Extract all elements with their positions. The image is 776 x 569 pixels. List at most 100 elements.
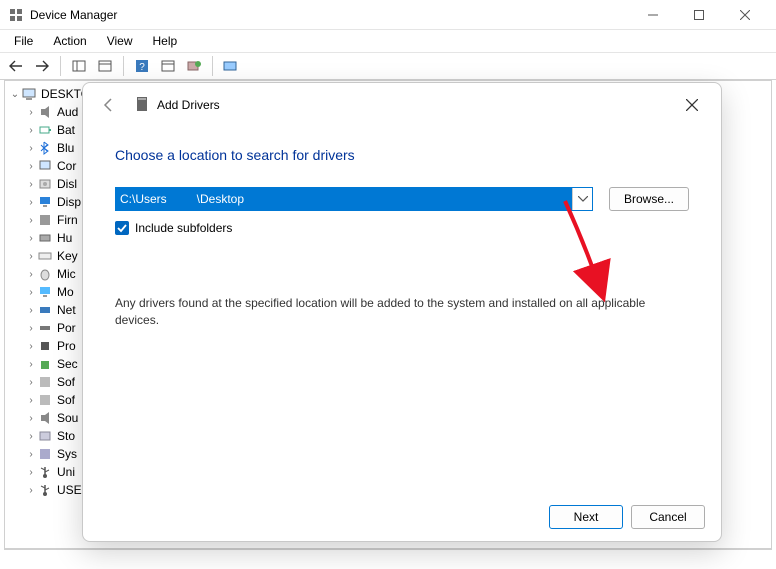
tree-item-label: Disp <box>57 195 81 209</box>
minimize-button[interactable] <box>630 0 676 30</box>
tree-item-label: Hu <box>57 231 72 245</box>
dialog-footer: Next Cancel <box>83 493 721 541</box>
sound-icon <box>37 410 53 426</box>
tree-item-label: Sou <box>57 411 78 425</box>
tree-item-label: Blu <box>57 141 74 155</box>
include-subfolders-label: Include subfolders <box>135 221 232 235</box>
tree-item-label: Sto <box>57 429 75 443</box>
path-combobox[interactable] <box>115 187 593 211</box>
show-hide-tree-button[interactable] <box>67 55 91 77</box>
help-button[interactable]: ? <box>130 55 154 77</box>
mouse-icon <box>37 266 53 282</box>
cancel-button[interactable]: Cancel <box>631 505 705 529</box>
expand-icon[interactable]: › <box>25 125 37 136</box>
menu-help[interactable]: Help <box>143 32 188 50</box>
network-icon <box>37 302 53 318</box>
expand-icon[interactable]: › <box>25 233 37 244</box>
title-bar: Device Manager <box>0 0 776 30</box>
dialog-close-button[interactable] <box>677 90 707 120</box>
update-driver-button[interactable] <box>182 55 206 77</box>
usb-icon <box>37 464 53 480</box>
menu-view[interactable]: View <box>97 32 143 50</box>
menu-action[interactable]: Action <box>43 32 96 50</box>
collapse-icon[interactable]: ⌄ <box>9 89 21 100</box>
tree-item-label: Uni <box>57 465 75 479</box>
expand-icon[interactable]: › <box>25 305 37 316</box>
battery-icon <box>37 122 53 138</box>
tree-item-label: Net <box>57 303 76 317</box>
tree-item-label: Aud <box>57 105 78 119</box>
computer-icon <box>37 158 53 174</box>
display-icon <box>37 194 53 210</box>
expand-icon[interactable]: › <box>25 485 37 496</box>
software-icon <box>37 374 53 390</box>
tree-item-label: Cor <box>57 159 76 173</box>
tree-item-label: Mo <box>57 285 74 299</box>
expand-icon[interactable]: › <box>25 359 37 370</box>
expand-icon[interactable]: › <box>25 269 37 280</box>
add-legacy-button[interactable] <box>219 55 243 77</box>
expand-icon[interactable]: › <box>25 143 37 154</box>
toolbar-separator <box>123 56 124 76</box>
tree-item-label: Sof <box>57 393 75 407</box>
expand-icon[interactable]: › <box>25 251 37 262</box>
expand-icon[interactable]: › <box>25 287 37 298</box>
app-icon <box>8 7 24 23</box>
security-icon <box>37 356 53 372</box>
window-title: Device Manager <box>30 8 117 22</box>
expand-icon[interactable]: › <box>25 161 37 172</box>
path-input[interactable] <box>116 188 572 210</box>
speaker-icon <box>37 104 53 120</box>
menu-file[interactable]: File <box>4 32 43 50</box>
chevron-down-icon[interactable] <box>572 188 592 210</box>
tree-item-label: USE <box>57 483 82 497</box>
hid-icon <box>37 230 53 246</box>
next-button[interactable]: Next <box>549 505 623 529</box>
expand-icon[interactable]: › <box>25 395 37 406</box>
tree-item-label: Sys <box>57 447 77 461</box>
expand-icon[interactable]: › <box>25 413 37 424</box>
menu-bar: File Action View Help <box>0 30 776 52</box>
dialog-body: Choose a location to search for drivers … <box>83 127 721 493</box>
tree-item-label: Disl <box>57 177 77 191</box>
next-button-label: Next <box>574 510 599 524</box>
expand-icon[interactable]: › <box>25 323 37 334</box>
firmware-icon <box>37 212 53 228</box>
include-subfolders-checkbox[interactable] <box>115 221 129 235</box>
storage-icon <box>37 428 53 444</box>
toolbar: ? <box>0 52 776 80</box>
tree-item-label: Bat <box>57 123 75 137</box>
expand-icon[interactable]: › <box>25 197 37 208</box>
dialog-heading: Choose a location to search for drivers <box>115 147 689 163</box>
status-bar <box>4 549 772 569</box>
properties-button[interactable] <box>93 55 117 77</box>
expand-icon[interactable]: › <box>25 377 37 388</box>
tree-item-label: Por <box>57 321 76 335</box>
maximize-button[interactable] <box>676 0 722 30</box>
tree-item-label: Sof <box>57 375 75 389</box>
usb-icon <box>37 482 53 498</box>
tree-item-label: Firn <box>57 213 78 227</box>
expand-icon[interactable]: › <box>25 341 37 352</box>
svg-text:?: ? <box>139 62 145 73</box>
scan-button[interactable] <box>156 55 180 77</box>
bluetooth-icon <box>37 140 53 156</box>
software-icon <box>37 392 53 408</box>
toolbar-separator <box>60 56 61 76</box>
expand-icon[interactable]: › <box>25 449 37 460</box>
expand-icon[interactable]: › <box>25 215 37 226</box>
port-icon <box>37 320 53 336</box>
forward-button[interactable] <box>30 55 54 77</box>
expand-icon[interactable]: › <box>25 431 37 442</box>
tree-item-label: Mic <box>57 267 76 281</box>
browse-button[interactable]: Browse... <box>609 187 689 211</box>
back-button[interactable] <box>4 55 28 77</box>
expand-icon[interactable]: › <box>25 179 37 190</box>
expand-icon[interactable]: › <box>25 467 37 478</box>
dialog-back-button[interactable] <box>97 93 121 117</box>
close-button[interactable] <box>722 0 768 30</box>
system-icon <box>37 446 53 462</box>
tree-item-label: Pro <box>57 339 76 353</box>
tree-item-label: Sec <box>57 357 78 371</box>
expand-icon[interactable]: › <box>25 107 37 118</box>
